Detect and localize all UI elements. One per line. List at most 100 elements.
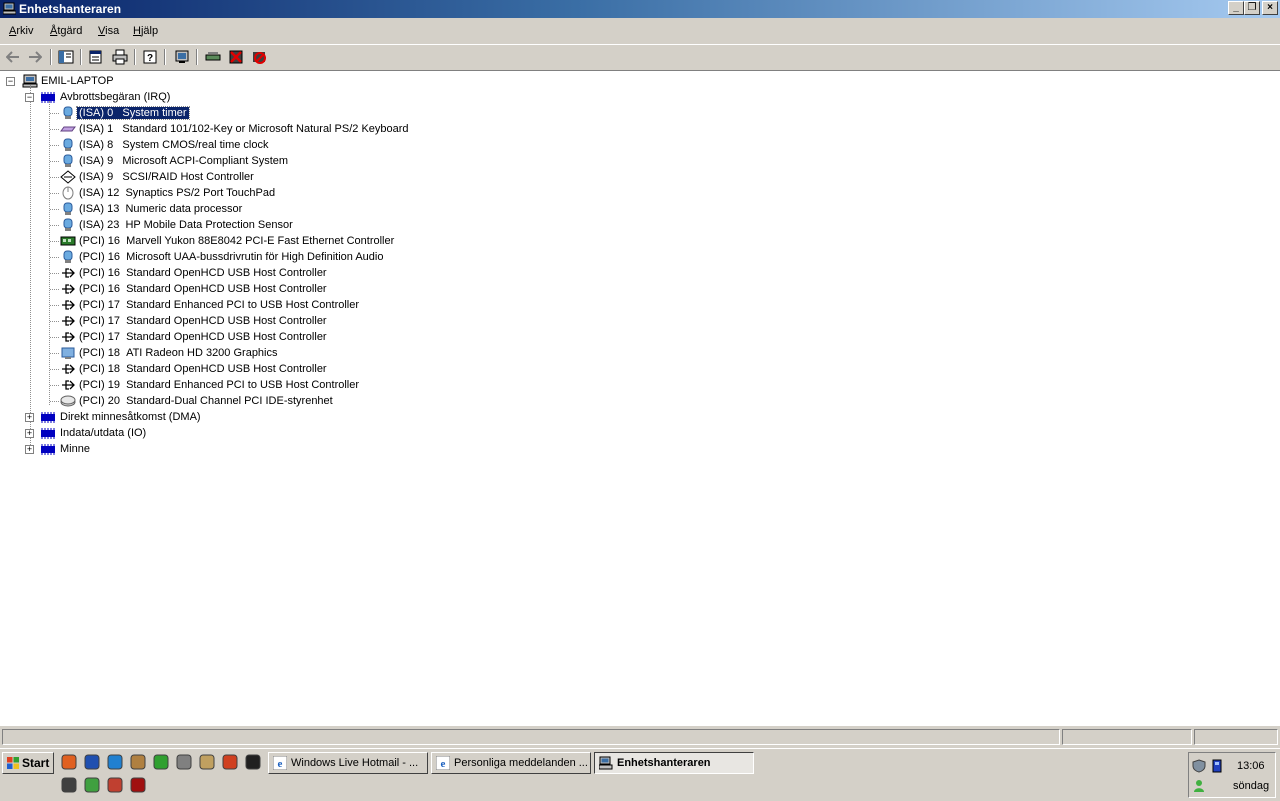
tree-group-label: Indata/utdata (IO)	[60, 427, 147, 439]
messenger-icon[interactable]	[1192, 779, 1206, 793]
camera-icon-glyph	[61, 777, 77, 793]
flag-app-icon-glyph	[199, 754, 215, 770]
disable-button[interactable]	[249, 48, 269, 66]
green-app-icon[interactable]	[152, 753, 170, 771]
red-swirl-icon[interactable]	[221, 753, 239, 771]
irq-row-text: (PCI) 17 Standard Enhanced PCI to USB Ho…	[79, 299, 360, 311]
irq-collapse-toggle[interactable]: −	[25, 93, 34, 102]
irq-row-text: (PCI) 16 Standard OpenHCD USB Host Contr…	[79, 283, 327, 295]
menu-label: isa	[105, 25, 120, 37]
camera-icon[interactable]	[60, 776, 78, 794]
memory-expand-toggle[interactable]: +	[25, 445, 34, 454]
update-driver-button[interactable]	[203, 48, 223, 66]
restore-button[interactable]: ❐	[1244, 1, 1260, 15]
people-icon[interactable]	[83, 776, 101, 794]
network-icon[interactable]	[106, 753, 124, 771]
windows-logo-icon	[7, 757, 19, 769]
game-icon-glyph	[130, 754, 146, 770]
menu-visa[interactable]: Visa	[98, 25, 119, 38]
irq-row-label: (PCI) 18 Standard OpenHCD USB Host Contr…	[79, 361, 327, 377]
irq-row-label: (ISA) 9 Microsoft ACPI-Compliant System	[79, 153, 288, 169]
irq-row-label: (ISA) 13 Numeric data processor	[79, 201, 242, 217]
tree-guide-line	[50, 273, 59, 274]
device-tree[interactable]: − EMIL-LAPTOP − Avbrottsbegäran (IRQ) (I…	[0, 70, 1280, 726]
irq-row-text: (PCI) 16 Microsoft UAA-bussdrivrutin för…	[79, 251, 384, 263]
house-icon[interactable]	[106, 776, 124, 794]
tree-guide-line	[50, 289, 59, 290]
menu-hjalp[interactable]: Hjälp	[133, 25, 158, 38]
irq-row-text: (PCI) 16 Standard OpenHCD USB Host Contr…	[79, 267, 327, 279]
toolbar-separator	[164, 49, 166, 65]
start-button[interactable]: Start	[2, 752, 54, 774]
scanner-icon[interactable]	[175, 753, 193, 771]
system-device-icon	[63, 202, 73, 215]
irq-row-text: (PCI) 18 ATI Radeon HD 3200 Graphics	[79, 347, 278, 359]
tree-guide-line	[50, 241, 59, 242]
red-app-icon[interactable]	[129, 776, 147, 794]
status-pane-main	[2, 729, 1060, 745]
menu-atgard[interactable]: Åtgärd	[50, 25, 82, 38]
uninstall-button[interactable]	[226, 48, 246, 66]
back-icon	[6, 51, 19, 63]
irq-row-label: (PCI) 19 Standard Enhanced PCI to USB Ho…	[79, 377, 359, 393]
svg-text:e: e	[441, 758, 446, 770]
firefox-icon[interactable]	[60, 753, 78, 771]
usb-icon	[62, 380, 75, 390]
usb-icon	[62, 268, 75, 278]
steam-icon[interactable]	[244, 753, 262, 771]
tree-guide-line	[50, 225, 59, 226]
tree-group-label: Minne	[60, 443, 90, 455]
toolbar-separator	[50, 49, 52, 65]
tree-guide-line	[50, 161, 59, 162]
irq-row-label: (ISA) 9 SCSI/RAID Host Controller	[79, 169, 254, 185]
help-button[interactable]: ?	[140, 48, 160, 66]
forward-icon	[29, 51, 42, 63]
minimize-button[interactable]: _	[1228, 1, 1244, 15]
dma-expand-toggle[interactable]: +	[25, 413, 34, 422]
device-icon[interactable]	[1211, 759, 1223, 773]
toolbar-separator	[196, 49, 198, 65]
word-icon[interactable]	[83, 753, 101, 771]
menu-arkiv[interactable]: Arkiv	[9, 25, 33, 38]
resource-chip-icon	[41, 92, 55, 103]
mouse-icon	[62, 186, 74, 200]
disable-icon	[253, 52, 266, 64]
tree-guide-line	[30, 85, 31, 453]
properties-icon	[89, 50, 102, 64]
back-button[interactable]	[3, 48, 23, 66]
clock-time[interactable]: 13:06	[1237, 760, 1265, 772]
forward-button[interactable]	[25, 48, 45, 66]
game-icon[interactable]	[129, 753, 147, 771]
properties-button[interactable]	[86, 48, 106, 66]
tree-guide-line	[50, 177, 59, 178]
close-button[interactable]: ×	[1262, 1, 1278, 15]
security-icon[interactable]	[1192, 759, 1206, 773]
print-button[interactable]	[110, 48, 130, 66]
irq-row-label: (PCI) 20 Standard-Dual Channel PCI IDE-s…	[79, 393, 333, 409]
flag-app-icon[interactable]	[198, 753, 216, 771]
root-collapse-toggle[interactable]: −	[6, 77, 15, 86]
scan-hardware-icon	[175, 50, 189, 63]
tree-guide-line	[50, 337, 59, 338]
task-device-manager[interactable]: Enhetshanteraren	[594, 752, 754, 774]
system-tray: 13:06 söndag	[1188, 752, 1276, 798]
word-icon-glyph	[84, 754, 100, 770]
task-messages[interactable]: e Personliga meddelanden ...	[431, 752, 591, 774]
uninstall-icon	[229, 50, 243, 64]
usb-icon	[62, 300, 75, 310]
scan-hardware-button[interactable]	[172, 48, 192, 66]
irq-row-text: (ISA) 1 Standard 101/102-Key or Microsof…	[79, 123, 409, 135]
title-bar[interactable]: Enhetshanteraren _ ❐ ×	[0, 0, 1280, 18]
irq-row-label: (ISA) 1 Standard 101/102-Key or Microsof…	[79, 121, 409, 137]
io-expand-toggle[interactable]: +	[25, 429, 34, 438]
irq-row-text: (ISA) 23 HP Mobile Data Protection Senso…	[79, 219, 293, 231]
irq-row-label: (PCI) 16 Standard OpenHCD USB Host Contr…	[79, 281, 327, 297]
irq-row-label: (ISA) 8 System CMOS/real time clock	[79, 137, 268, 153]
ide-controller-icon	[60, 395, 76, 407]
show-hide-tree-button[interactable]	[56, 48, 76, 66]
task-label: Enhetshanteraren	[617, 757, 711, 769]
irq-row-text: (ISA) 9 SCSI/RAID Host Controller	[79, 171, 254, 183]
device-manager-icon	[3, 2, 16, 15]
task-hotmail[interactable]: e Windows Live Hotmail - ...	[268, 752, 428, 774]
irq-row-label: (PCI) 16 Microsoft UAA-bussdrivrutin för…	[79, 249, 383, 265]
